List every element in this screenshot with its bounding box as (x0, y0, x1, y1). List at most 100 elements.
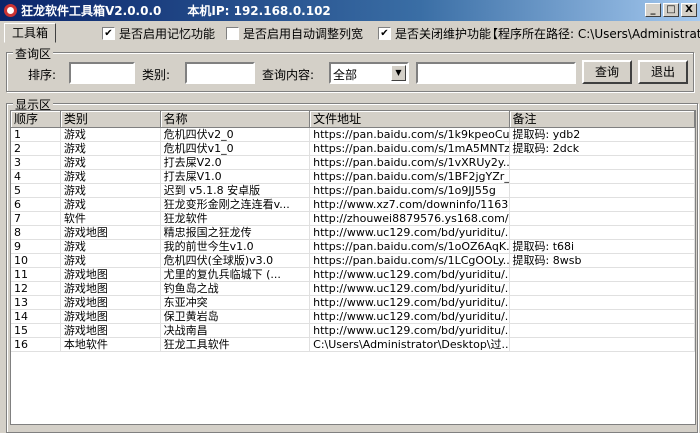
column-header[interactable]: 名称 (160, 111, 311, 128)
table-row[interactable]: 11 游戏地图 尤里的复仇兵临城下 (... http://www.uc129.com… (11, 268, 695, 282)
table-cell: 东亚冲突 (161, 296, 311, 309)
tab-toolbox[interactable]: 工具箱 (4, 23, 56, 43)
table-cell: 6 (11, 198, 61, 211)
title-bar: 狂龙软件工具箱V2.0.0.0 本机IP: 192.168.0.102 _ □ … (0, 0, 700, 21)
table-row[interactable]: 6 游戏 狂龙变形金刚之连连看v... http://www.xz7.com/down… (11, 198, 695, 212)
maximize-button[interactable]: □ (663, 3, 679, 17)
memory-checkbox[interactable]: ✔ 是否启用记忆功能 (102, 25, 215, 42)
table-cell: 10 (11, 254, 61, 267)
table-cell: 游戏 (61, 240, 161, 253)
table-cell: 4 (11, 170, 61, 183)
column-header[interactable]: 文件地址 (310, 111, 510, 128)
table-cell: 游戏地图 (61, 324, 161, 337)
checkbox-icon: ✔ (378, 27, 391, 40)
table-cell: 12 (11, 282, 61, 295)
query-legend: 查询区 (13, 45, 54, 62)
table-cell: https://pan.baidu.com/s/1LCgOOLy... (310, 254, 510, 267)
content-label: 查询内容: (262, 68, 315, 82)
table-cell: 游戏 (61, 198, 161, 211)
table-cell: 提取码: 8wsb (510, 254, 695, 267)
table-cell: 打去屎V2.0 (161, 156, 311, 169)
table-cell: 狂龙变形金刚之连连看v... (161, 198, 311, 211)
table-cell: http://www.uc129.com/bd/yuriditu/... (310, 282, 510, 295)
table-cell: 游戏 (61, 170, 161, 183)
table-row[interactable]: 3 游戏 打去屎V2.0 https://pan.baidu.com/s/1vXRUy… (11, 156, 695, 170)
table-cell: 我的前世今生v1.0 (161, 240, 311, 253)
table-cell: 游戏地图 (61, 268, 161, 281)
content-select[interactable]: 全部 ▼ (329, 62, 409, 84)
table-cell: 5 (11, 184, 61, 197)
column-header[interactable]: 类别 (60, 111, 161, 128)
table-row[interactable]: 12 游戏地图 钓鱼岛之战 http://www.uc129.com/bd/yurid… (11, 282, 695, 296)
minimize-button[interactable]: _ (645, 3, 661, 17)
table-cell (510, 198, 695, 211)
table-cell: 9 (11, 240, 61, 253)
checkbox-icon: ✔ (102, 27, 115, 40)
table-row[interactable]: 16 本地软件 狂龙工具软件 C:\Users\Administrator\Deskt… (11, 338, 695, 352)
content-select-value: 全部 (333, 68, 358, 82)
program-path: 【程序所在路径: C:\Users\Administrator (486, 27, 700, 41)
table-row[interactable]: 2 游戏 危机四伏v1_0 https://pan.baidu.com/s/1mA5M… (11, 142, 695, 156)
column-header[interactable]: 顺序 (11, 111, 61, 128)
table-cell: https://pan.baidu.com/s/1o9JJ55g (310, 184, 510, 197)
table-cell: 提取码: 2dck (510, 142, 695, 155)
column-header[interactable]: 备注 (509, 111, 695, 128)
table-cell: https://pan.baidu.com/s/1oOZ6AqK... (310, 240, 510, 253)
table-row[interactable]: 9 游戏 我的前世今生v1.0 https://pan.baidu.com/s/1oO… (11, 240, 695, 254)
type-label: 类别: (142, 68, 171, 82)
checkbox-icon (226, 27, 239, 40)
table-row[interactable]: 10 游戏 危机四伏(全球版)v3.0 https://pan.baidu.com/s… (11, 254, 695, 268)
search-button[interactable]: 查询 (582, 60, 632, 84)
table-cell: 游戏 (61, 184, 161, 197)
table-cell: 决战南昌 (161, 324, 311, 337)
table-cell (510, 156, 695, 169)
table-body: 1 游戏 危机四伏v2_0 https://pan.baidu.com/s/1k9kp… (11, 128, 695, 352)
table-cell: http://www.uc129.com/bd/yuriditu/... (310, 296, 510, 309)
maintenance-checkbox[interactable]: ✔ 是否关闭维护功能 (378, 25, 491, 42)
table-cell: 13 (11, 296, 61, 309)
table-cell: 危机四伏v2_0 (161, 128, 311, 141)
table-cell: C:\Users\Administrator\Desktop\过... (310, 338, 510, 351)
table-row[interactable]: 7 软件 狂龙软件 http://zhouwei8879576.ys168.com/ (11, 212, 695, 226)
table-cell (510, 338, 695, 351)
table-cell: 15 (11, 324, 61, 337)
table-cell: 游戏地图 (61, 282, 161, 295)
table-cell: 钓鱼岛之战 (161, 282, 311, 295)
data-table[interactable]: 顺序 类别 名称 文件地址 备注 1 游戏 危机四伏v2_0 https://pan.baid… (10, 110, 696, 425)
table-row[interactable]: 14 游戏地图 保卫黄岩岛 http://www.uc129.com/bd/yurid… (11, 310, 695, 324)
checkbox-label: 是否启用自动调整列宽 (243, 27, 364, 41)
type-input[interactable] (185, 62, 255, 84)
table-row[interactable]: 13 游戏地图 东亚冲突 http://www.uc129.com/bd/yuridi… (11, 296, 695, 310)
table-row[interactable]: 5 游戏 迟到 v5.1.8 安卓版 https://pan.baidu.com/s/… (11, 184, 695, 198)
table-cell: http://www.uc129.com/bd/yuriditu/... (310, 268, 510, 281)
window-title: 狂龙软件工具箱V2.0.0.0 (21, 4, 162, 18)
chevron-down-icon[interactable]: ▼ (391, 65, 406, 81)
table-cell: http://www.uc129.com/bd/yuriditu/... (310, 310, 510, 323)
table-row[interactable]: 15 游戏地图 决战南昌 http://www.uc129.com/bd/yuridi… (11, 324, 695, 338)
table-cell (510, 170, 695, 183)
table-cell: 狂龙工具软件 (161, 338, 311, 351)
table-cell: https://pan.baidu.com/s/1k9kpeoCu... (310, 128, 510, 141)
table-cell: https://pan.baidu.com/s/1vXRUy2y... (310, 156, 510, 169)
table-cell: 提取码: ydb2 (510, 128, 695, 141)
table-cell: 提取码: t68i (510, 240, 695, 253)
close-button[interactable]: X (681, 3, 697, 17)
table-row[interactable]: 8 游戏地图 精忠报国之狂龙传 http://www.uc129.com/bd/yur… (11, 226, 695, 240)
table-cell: 打去屎V1.0 (161, 170, 311, 183)
table-row[interactable]: 4 游戏 打去屎V1.0 https://pan.baidu.com/s/1BF2jg… (11, 170, 695, 184)
table-cell: 游戏地图 (61, 310, 161, 323)
table-cell: 14 (11, 310, 61, 323)
table-cell (510, 310, 695, 323)
table-cell: 本地软件 (61, 338, 161, 351)
table-cell: http://www.uc129.com/bd/yuriditu/... (310, 226, 510, 239)
table-row[interactable]: 1 游戏 危机四伏v2_0 https://pan.baidu.com/s/1k9kp… (11, 128, 695, 142)
table-cell: 1 (11, 128, 61, 141)
auto-width-checkbox[interactable]: 是否启用自动调整列宽 (226, 25, 363, 42)
table-cell: 11 (11, 268, 61, 281)
sort-input[interactable] (69, 62, 135, 84)
search-input[interactable] (416, 62, 576, 84)
table-cell: 游戏地图 (61, 226, 161, 239)
table-cell: 游戏地图 (61, 296, 161, 309)
table-cell: 2 (11, 142, 61, 155)
exit-button[interactable]: 退出 (638, 60, 688, 84)
